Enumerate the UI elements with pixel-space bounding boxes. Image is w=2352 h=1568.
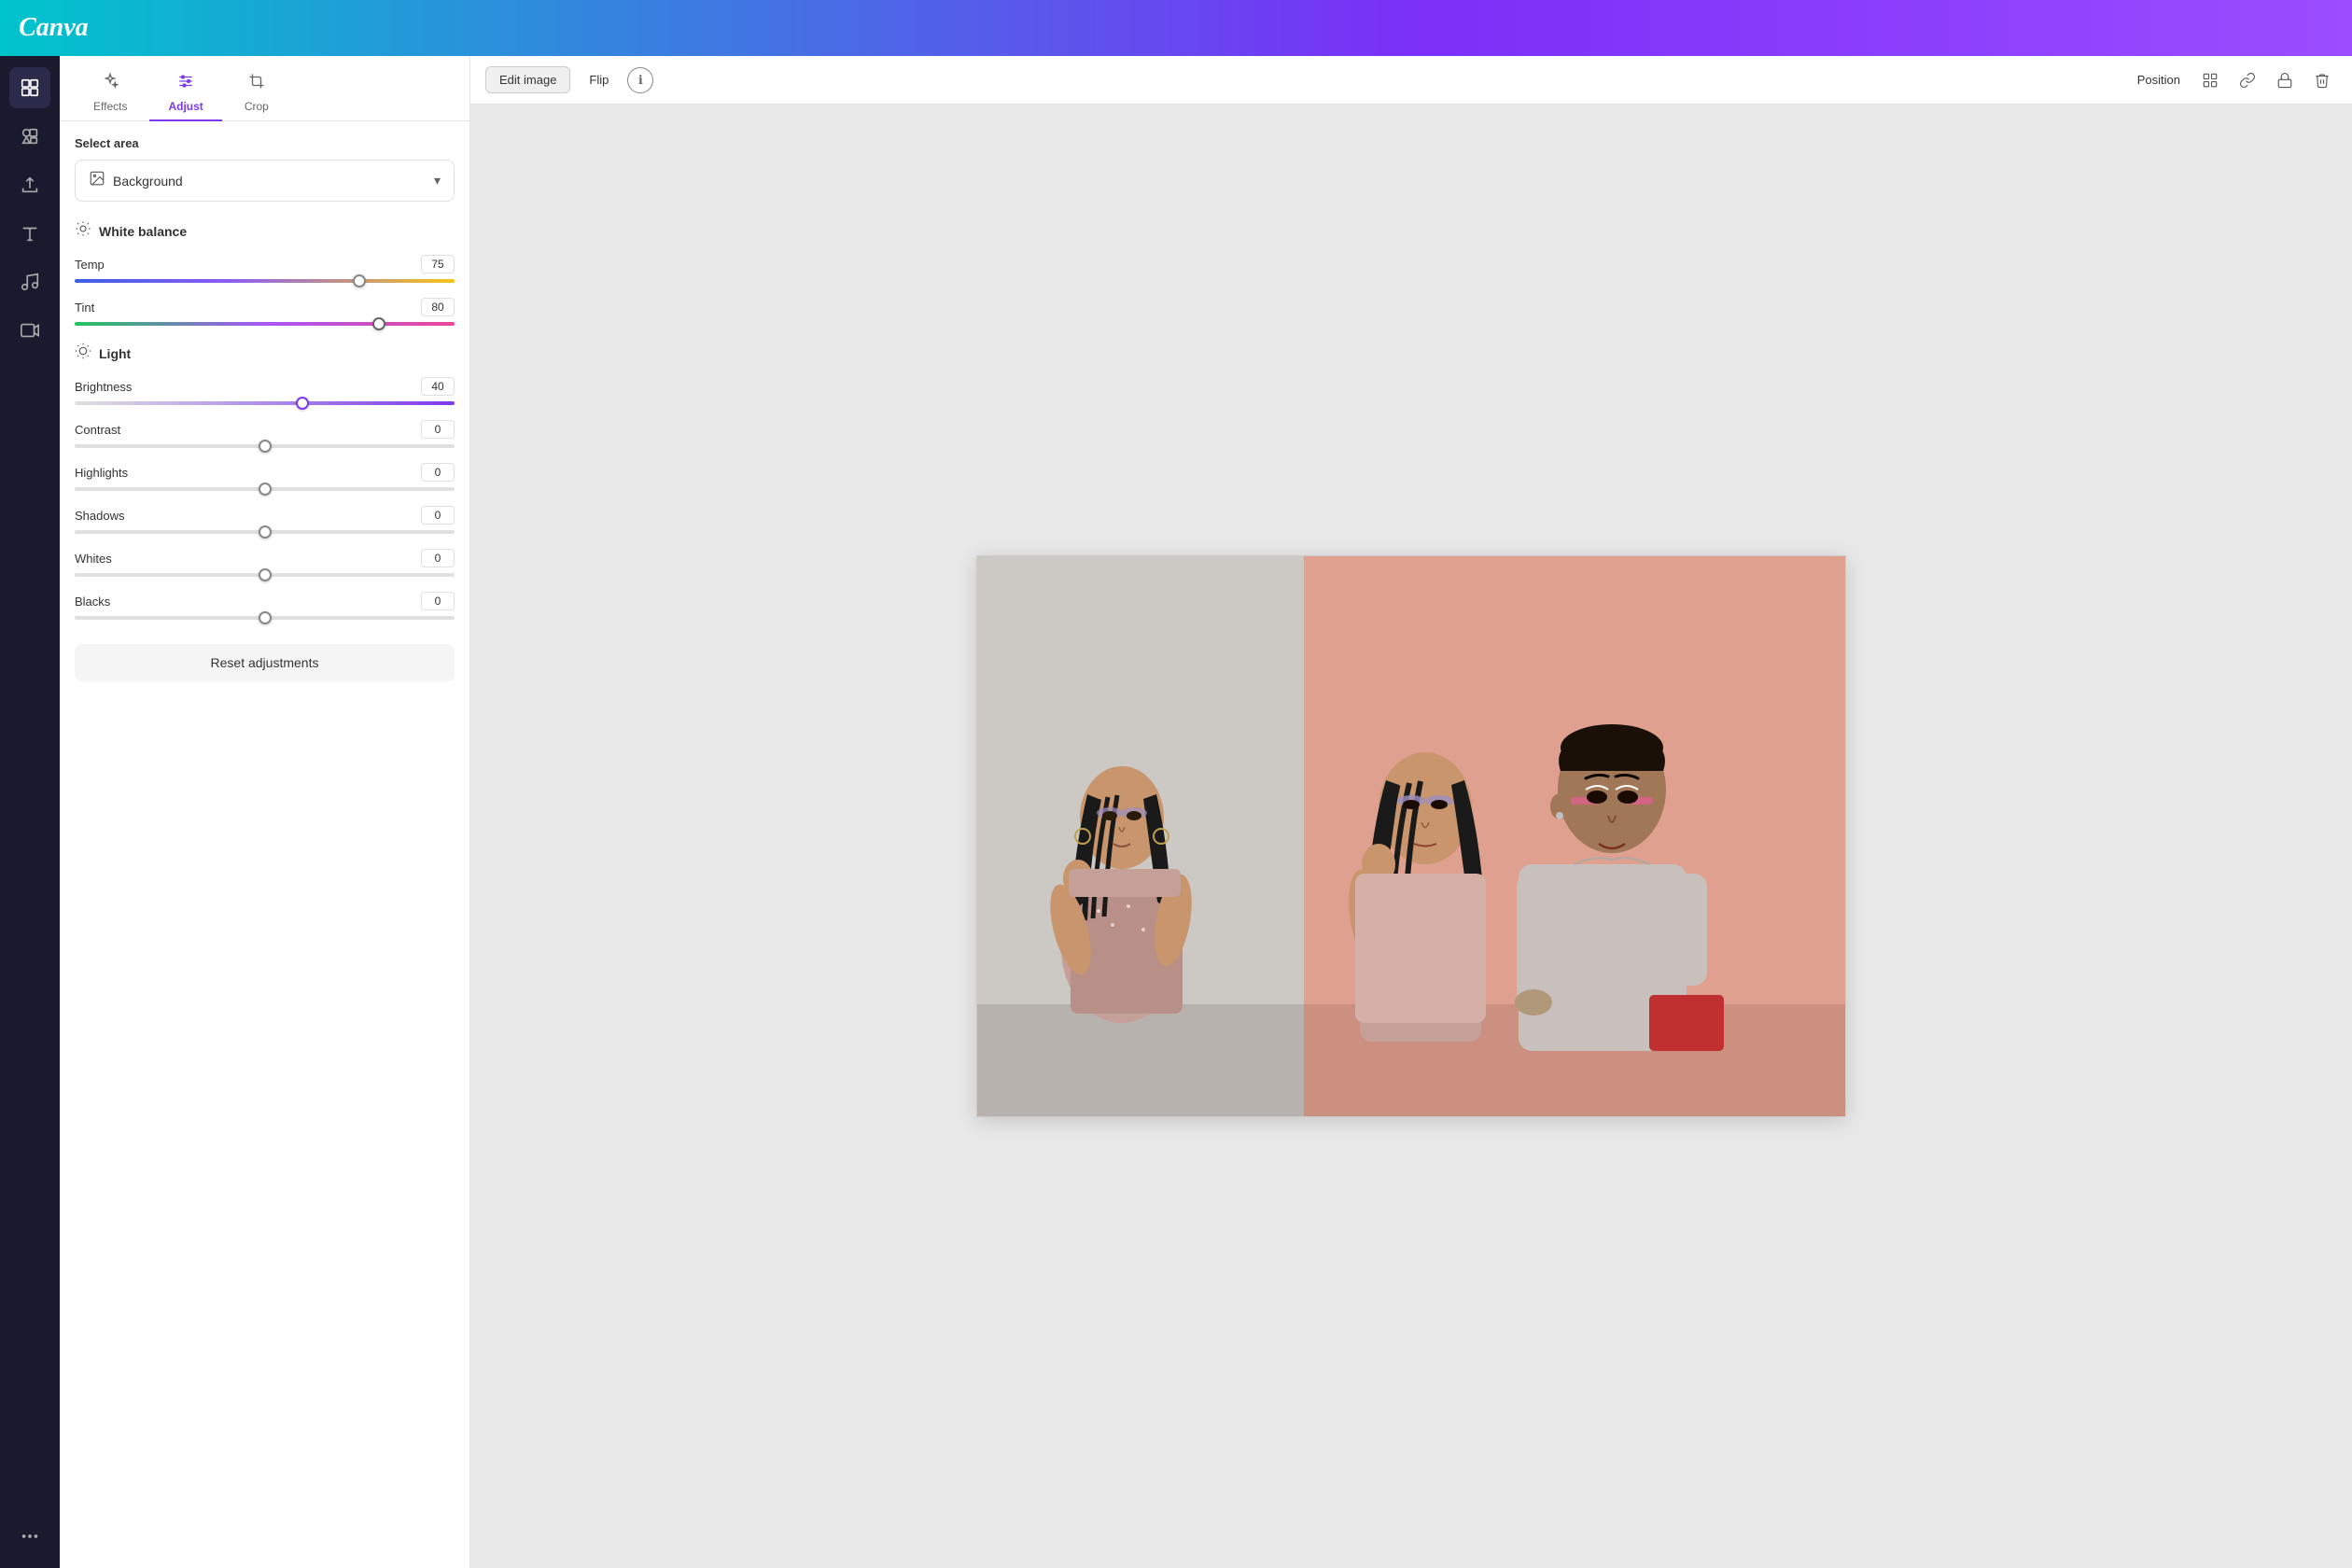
right-figure-svg — [1304, 556, 1845, 1116]
blacks-thumb[interactable] — [259, 611, 272, 624]
whites-value[interactable]: 0 — [421, 549, 455, 567]
chevron-down-icon: ▾ — [434, 173, 441, 189]
shadows-value[interactable]: 0 — [421, 506, 455, 525]
tab-crop-label: Crop — [245, 100, 269, 113]
canva-logo: Canva — [19, 13, 89, 43]
shadows-label: Shadows — [75, 509, 124, 523]
sidebar-item-text[interactable] — [9, 213, 50, 254]
tab-effects[interactable]: Effects — [75, 65, 146, 120]
temp-value[interactable]: 75 — [421, 255, 455, 273]
tint-thumb[interactable] — [372, 317, 385, 330]
tab-crop[interactable]: Crop — [226, 65, 287, 120]
position-button[interactable]: Position — [2130, 69, 2188, 91]
tint-value[interactable]: 80 — [421, 298, 455, 316]
brightness-value[interactable]: 40 — [421, 377, 455, 396]
area-dropdown[interactable]: Background ▾ — [75, 160, 455, 202]
contrast-label: Contrast — [75, 423, 120, 437]
temp-slider[interactable] — [75, 279, 455, 283]
white-balance-icon — [75, 220, 91, 242]
reset-adjustments-button[interactable]: Reset adjustments — [75, 644, 455, 681]
tab-effects-label: Effects — [93, 100, 127, 113]
highlights-slider[interactable] — [75, 487, 455, 491]
sidebar-item-video[interactable] — [9, 310, 50, 351]
flip-button[interactable]: Flip — [576, 67, 622, 92]
blacks-label: Blacks — [75, 595, 110, 609]
shadows-slider-row: Shadows 0 — [75, 506, 455, 534]
tab-adjust[interactable]: Adjust — [149, 65, 221, 120]
grid-icon-button[interactable] — [2195, 65, 2225, 95]
header: Canva — [0, 0, 2352, 56]
dropdown-image-icon — [89, 170, 105, 191]
light-icon — [75, 343, 91, 364]
main-layout: Effects Adjust — [0, 56, 2352, 1568]
light-section: Light Brightness 40 Contrast — [75, 343, 455, 620]
select-area-label: Select area — [75, 136, 455, 150]
crop-icon — [248, 73, 265, 94]
panel-content: Select area Background ▾ — [60, 121, 469, 1568]
brightness-slider-row: Brightness 40 — [75, 377, 455, 405]
highlights-value[interactable]: 0 — [421, 463, 455, 482]
adjust-icon — [177, 73, 194, 94]
tab-adjust-label: Adjust — [168, 100, 203, 113]
canvas-area — [470, 105, 2352, 1568]
whites-slider[interactable] — [75, 573, 455, 577]
shadows-thumb[interactable] — [259, 525, 272, 539]
select-area-section: Select area Background ▾ — [75, 136, 455, 202]
effects-icon — [102, 73, 119, 94]
sidebar-item-more[interactable] — [9, 1516, 50, 1557]
temp-label: Temp — [75, 258, 105, 272]
position-label: Position — [2137, 73, 2180, 87]
contrast-slider-row: Contrast 0 — [75, 420, 455, 448]
sidebar-item-layout[interactable] — [9, 67, 50, 108]
white-balance-title: White balance — [99, 224, 187, 239]
shadows-slider[interactable] — [75, 530, 455, 534]
image-right-panel — [1304, 556, 1845, 1116]
right-area: Edit image Flip ℹ Position — [470, 56, 2352, 1568]
tint-slider[interactable] — [75, 322, 455, 326]
left-figure-svg — [977, 556, 1304, 1116]
sidebar-item-elements[interactable] — [9, 116, 50, 157]
highlights-thumb[interactable] — [259, 483, 272, 496]
trash-icon-button[interactable] — [2307, 65, 2337, 95]
sidebar-item-music[interactable] — [9, 261, 50, 302]
left-panel: Effects Adjust — [60, 56, 470, 1568]
light-title: Light — [99, 346, 131, 361]
tint-slider-row: Tint 80 — [75, 298, 455, 326]
whites-label: Whites — [75, 552, 112, 566]
whites-slider-row: Whites 0 — [75, 549, 455, 577]
brightness-label: Brightness — [75, 380, 132, 394]
edit-image-button[interactable]: Edit image — [485, 66, 570, 93]
contrast-value[interactable]: 0 — [421, 420, 455, 439]
highlights-label: Highlights — [75, 466, 128, 480]
info-button[interactable]: ℹ — [627, 67, 653, 93]
image-toolbar: Edit image Flip ℹ Position — [470, 56, 2352, 105]
image-left-panel — [977, 556, 1304, 1116]
icon-sidebar — [0, 56, 60, 1568]
tint-label: Tint — [75, 301, 94, 315]
tab-bar: Effects Adjust — [60, 56, 469, 121]
image-container — [976, 555, 1846, 1117]
white-balance-section: White balance Temp 75 Tint 8 — [75, 220, 455, 326]
blacks-slider-row: Blacks 0 — [75, 592, 455, 620]
sidebar-item-uploads[interactable] — [9, 164, 50, 205]
link-icon-button[interactable] — [2233, 65, 2262, 95]
temp-thumb[interactable] — [353, 274, 366, 287]
lock-icon-button[interactable] — [2270, 65, 2300, 95]
whites-thumb[interactable] — [259, 568, 272, 581]
highlights-slider-row: Highlights 0 — [75, 463, 455, 491]
area-dropdown-value: Background — [113, 174, 183, 189]
blacks-value[interactable]: 0 — [421, 592, 455, 610]
contrast-thumb[interactable] — [259, 440, 272, 453]
brightness-slider[interactable] — [75, 401, 455, 405]
contrast-slider[interactable] — [75, 444, 455, 448]
temp-slider-row: Temp 75 — [75, 255, 455, 283]
brightness-thumb[interactable] — [296, 397, 309, 410]
blacks-slider[interactable] — [75, 616, 455, 620]
